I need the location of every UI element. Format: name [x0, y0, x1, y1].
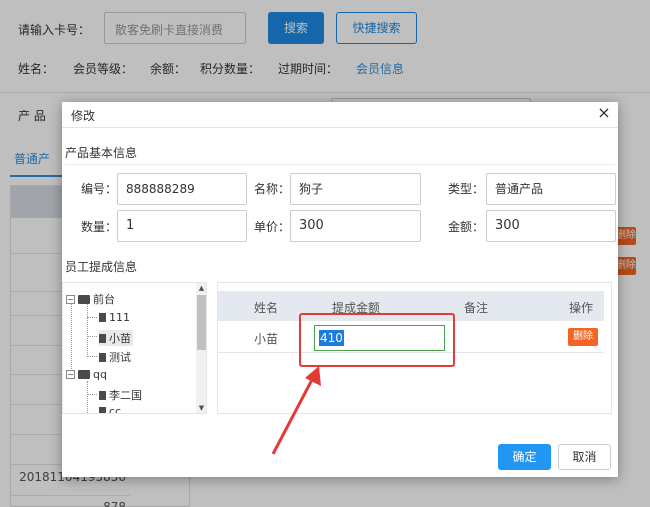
tree-node-qq[interactable]: − qq — [66, 368, 107, 381]
close-icon[interactable]: × — [596, 105, 612, 121]
tree-leaf-label: 测试 — [109, 351, 131, 364]
file-icon — [99, 333, 106, 343]
staff-section-title: 员工提成信息 — [65, 260, 138, 274]
code-field[interactable]: 888888289 — [117, 173, 247, 205]
amount-label: 金额： — [448, 220, 485, 234]
file-icon — [99, 352, 106, 362]
tree-connector — [87, 356, 97, 357]
name-label: 名称： — [254, 182, 291, 196]
tree-connector — [87, 381, 88, 413]
scroll-thumb[interactable] — [197, 295, 206, 350]
code-label: 编号： — [81, 182, 118, 196]
tree-leaf[interactable]: 李二国 — [99, 387, 142, 403]
quantity-label: 数量： — [81, 220, 118, 234]
tree-leaf-label: cc — [109, 405, 122, 414]
tree-connector — [87, 394, 97, 395]
cancel-button[interactable]: 取消 — [558, 444, 611, 470]
price-label: 单价： — [254, 220, 291, 234]
tree-leaf[interactable]: cc — [99, 405, 122, 414]
price-field[interactable]: 300 — [290, 210, 421, 242]
annotation-arrow-icon — [271, 366, 321, 455]
tree-node-frontdesk[interactable]: − 前台 — [66, 291, 115, 307]
tree-leaf-label: 111 — [109, 311, 130, 324]
tree-leaf-label: 李二国 — [109, 389, 142, 402]
scroll-down-icon[interactable]: ▼ — [197, 404, 206, 413]
product-section-title: 产品基本信息 — [65, 146, 138, 160]
tree-connector — [71, 301, 72, 373]
scroll-up-icon[interactable]: ▲ — [197, 284, 206, 293]
file-icon — [99, 407, 106, 413]
modal-header: 修改 × — [62, 102, 618, 128]
folder-open-icon — [78, 370, 90, 379]
tree-connector — [87, 303, 88, 355]
tree-node-label: qq — [93, 368, 107, 381]
tree-connector — [87, 317, 97, 318]
collapse-icon[interactable]: − — [66, 294, 75, 304]
column-header-action: 操作 — [569, 301, 594, 315]
delete-button[interactable]: 删除 — [568, 328, 598, 346]
collapse-icon[interactable]: − — [66, 370, 75, 379]
type-label: 类型： — [448, 182, 485, 196]
tree-scrollbar[interactable]: ▲ ▼ — [196, 283, 206, 413]
tree-node-label: 前台 — [93, 293, 115, 306]
folder-open-icon — [78, 294, 90, 304]
file-icon — [99, 390, 106, 400]
staff-tree[interactable]: − 前台 111 小苗 测试 − qq 李二国 cc ▲ ▼ — [62, 282, 207, 414]
type-field[interactable]: 普通产品 — [486, 173, 616, 205]
column-header-remark: 备注 — [464, 301, 489, 315]
confirm-button[interactable]: 确定 — [498, 444, 551, 470]
tree-connector — [87, 336, 97, 337]
column-header-name: 姓名 — [254, 301, 279, 315]
section-divider — [65, 164, 615, 165]
tree-leaf-selected[interactable]: 小苗 — [99, 330, 133, 346]
tree-connector — [87, 413, 97, 414]
annotation-highlight-box — [299, 313, 455, 367]
file-icon — [99, 313, 106, 322]
tree-leaf[interactable]: 111 — [99, 311, 130, 324]
staff-name-cell: 小苗 — [254, 332, 279, 346]
quantity-field[interactable]: 1 — [117, 210, 247, 242]
tree-leaf[interactable]: 测试 — [99, 349, 131, 365]
tree-leaf-label: 小苗 — [109, 332, 131, 345]
amount-field[interactable]: 300 — [486, 210, 616, 242]
modal-title: 修改 — [71, 109, 96, 123]
name-field[interactable]: 狗子 — [290, 173, 421, 205]
edit-modal: 修改 × 产品基本信息 编号： 888888289 名称： 狗子 类型： 普通产… — [62, 102, 618, 477]
